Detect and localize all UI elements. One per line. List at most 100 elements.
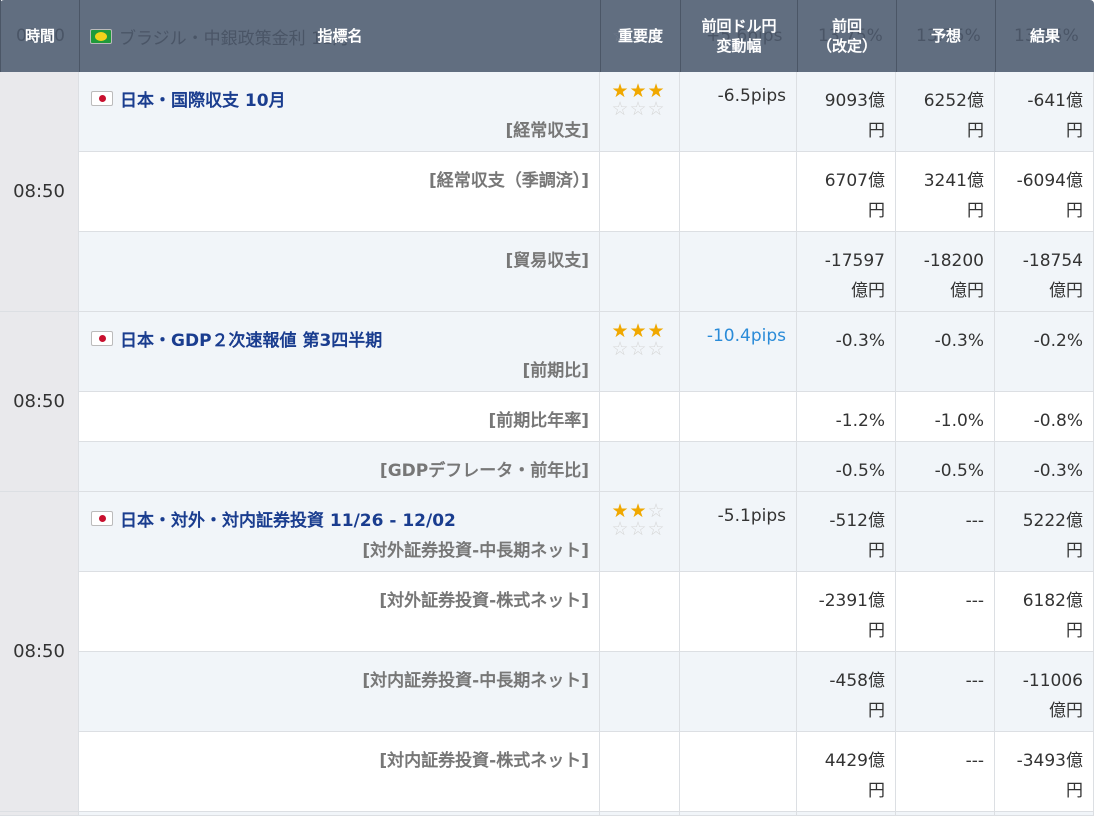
result-value-line1: -0.3%	[1033, 461, 1083, 481]
indicator-cell[interactable]: 日本・対外・対内証券投資 11/26 - 12/02 [対外証券投資-中長期ネット…	[79, 492, 600, 572]
japan-flag-icon	[91, 511, 113, 526]
forecast-value-line2: 円	[967, 201, 984, 221]
forecast-value-line1: -0.5%	[934, 461, 984, 481]
forecast-value-cell: -1.0%	[896, 392, 995, 442]
brazil-flag-icon	[90, 28, 112, 44]
forecast-value-line1: ---	[965, 591, 984, 611]
previous-value-line1: -17597	[824, 251, 885, 271]
forecast-value-cell: -0.3%	[896, 312, 995, 392]
indicator-cell[interactable]: 日本・国際収支 10月 [経常収支]	[79, 72, 600, 152]
event-title-text[interactable]: 日本・GDP２次速報値 第3四半期	[120, 326, 382, 351]
previous-value-cell: -458億円	[797, 652, 896, 732]
pips-value: -5.1pips	[717, 506, 786, 526]
result-value-cell: -0.8%	[995, 392, 1094, 442]
event-title-text[interactable]: 日本・国際収支 10月	[120, 86, 286, 111]
previous-value-line2: 円	[868, 121, 885, 141]
previous-value-cell: -2391億円	[797, 572, 896, 652]
previous-value-line1: 6707億	[824, 171, 885, 191]
indicator-sub-label: [GDPデフレータ・前年比]	[379, 461, 589, 481]
scrolled-row-title: ブラジル・中銀政策金利 11月	[90, 0, 350, 72]
previous-value-line2: 億円	[851, 281, 885, 301]
result-value-line1: 6182億	[1022, 591, 1083, 611]
result-value-line2: 億円	[1049, 701, 1083, 721]
previous-value: -17597 億円	[825, 246, 885, 306]
pips-cell	[680, 652, 797, 732]
indicator-sub-label: [対内証券投資-株式ネット]	[379, 751, 589, 771]
previous-value-line1: -512億	[829, 511, 885, 531]
table-header: 08:50 ブラジル・中銀政策金利 11月 ☆☆☆ +5.6pips 13.75…	[0, 0, 1094, 72]
importance-cell: ★★★☆☆☆	[600, 312, 680, 392]
event-title[interactable]: 日本・GDP２次速報値 第3四半期	[91, 326, 382, 351]
indicator-sub-label: [対外証券投資-中長期ネット]	[362, 541, 589, 561]
event-title[interactable]: 日本・国際収支 10月	[91, 86, 286, 111]
forecast-value-line2: 円	[967, 121, 984, 141]
result-value-cell: -0.3%	[995, 442, 1094, 492]
result-value: -6094億円	[1017, 166, 1083, 226]
pips-value: -6.5pips	[717, 86, 786, 106]
importance-cell	[600, 442, 680, 492]
next-row-cell	[79, 812, 600, 816]
event-title-text[interactable]: 日本・対外・対内証券投資 11/26 - 12/02	[120, 506, 456, 531]
previous-value-cell: -1.2%	[797, 392, 896, 442]
previous-value-line1: -0.3%	[835, 331, 885, 351]
result-value-line1: -18754	[1022, 251, 1083, 271]
forecast-value: -18200 億円	[924, 246, 984, 306]
indicator-cell: [GDPデフレータ・前年比]	[79, 442, 600, 492]
forecast-value-cell: 3241億円	[896, 152, 995, 232]
pips-cell	[680, 392, 797, 442]
previous-value: -512億円	[829, 506, 885, 566]
forecast-value-cell: -18200 億円	[896, 232, 995, 312]
previous-value-line1: -0.5%	[835, 461, 885, 481]
previous-value: -1.2%	[836, 406, 885, 436]
indicator-cell: [対内証券投資-株式ネット]	[79, 732, 600, 812]
previous-value-line2: 円	[868, 541, 885, 561]
forecast-value-line1: ---	[965, 671, 984, 691]
event-title[interactable]: 日本・対外・対内証券投資 11/26 - 12/02	[91, 506, 456, 531]
indicator-sub-label: [貿易収支]	[505, 251, 589, 271]
previous-value-cell: 6707億円	[797, 152, 896, 232]
importance-cell	[600, 152, 680, 232]
next-row-cell	[600, 812, 680, 816]
importance-stars: ★★★☆☆☆	[611, 322, 669, 359]
result-value-line2: 億円	[1049, 281, 1083, 301]
result-value-line1: 5222億	[1022, 511, 1083, 531]
event-time-next	[0, 812, 79, 816]
indicator-sub-label: [対外証券投資-株式ネット]	[379, 591, 589, 611]
result-value: -641億円	[1027, 86, 1083, 146]
forecast-value: ---	[966, 506, 984, 536]
result-value-line2: 円	[1066, 121, 1083, 141]
result-value-line1: -3493億	[1016, 751, 1083, 771]
result-value-line2: 円	[1066, 621, 1083, 641]
forecast-value-line2: 億円	[950, 281, 984, 301]
result-value: -0.8%	[1034, 406, 1083, 436]
pips-cell	[680, 442, 797, 492]
result-value-line1: -0.8%	[1033, 411, 1083, 431]
result-value-cell: 6182億円	[995, 572, 1094, 652]
forecast-value-line1: 6252億	[923, 91, 984, 111]
pips-cell: -5.1pips	[680, 492, 797, 572]
forecast-value-cell: ---	[896, 652, 995, 732]
forecast-value-cell: ---	[896, 732, 995, 812]
previous-value-line1: 9093億	[824, 91, 885, 111]
previous-value-cell: -17597 億円	[797, 232, 896, 312]
forecast-value-cell: 6252億円	[896, 72, 995, 152]
result-value: 5222億円	[1023, 506, 1083, 566]
result-value-line1: -0.2%	[1033, 331, 1083, 351]
forecast-value: -0.3%	[935, 326, 984, 356]
result-value-cell: -0.2%	[995, 312, 1094, 392]
indicator-sub-label: [前期比年率]	[488, 411, 589, 431]
star-empty-icon: ☆	[611, 518, 629, 540]
previous-value-line1: -458億	[829, 671, 885, 691]
result-value-cell: -6094億円	[995, 152, 1094, 232]
forecast-value: -0.5%	[935, 456, 984, 486]
result-value-cell: -18754 億円	[995, 232, 1094, 312]
next-row-cell	[680, 812, 797, 816]
indicator-sub-label: [経常収支（季調済）]	[428, 171, 589, 191]
previous-value-line2: 円	[868, 781, 885, 801]
forecast-value-cell: ---	[896, 572, 995, 652]
pips-cell	[680, 572, 797, 652]
indicator-cell[interactable]: 日本・GDP２次速報値 第3四半期 [前期比]	[79, 312, 600, 392]
result-value: -3493億円	[1017, 746, 1083, 806]
result-value-line1: -6094億	[1016, 171, 1083, 191]
forecast-value: ---	[966, 586, 984, 616]
